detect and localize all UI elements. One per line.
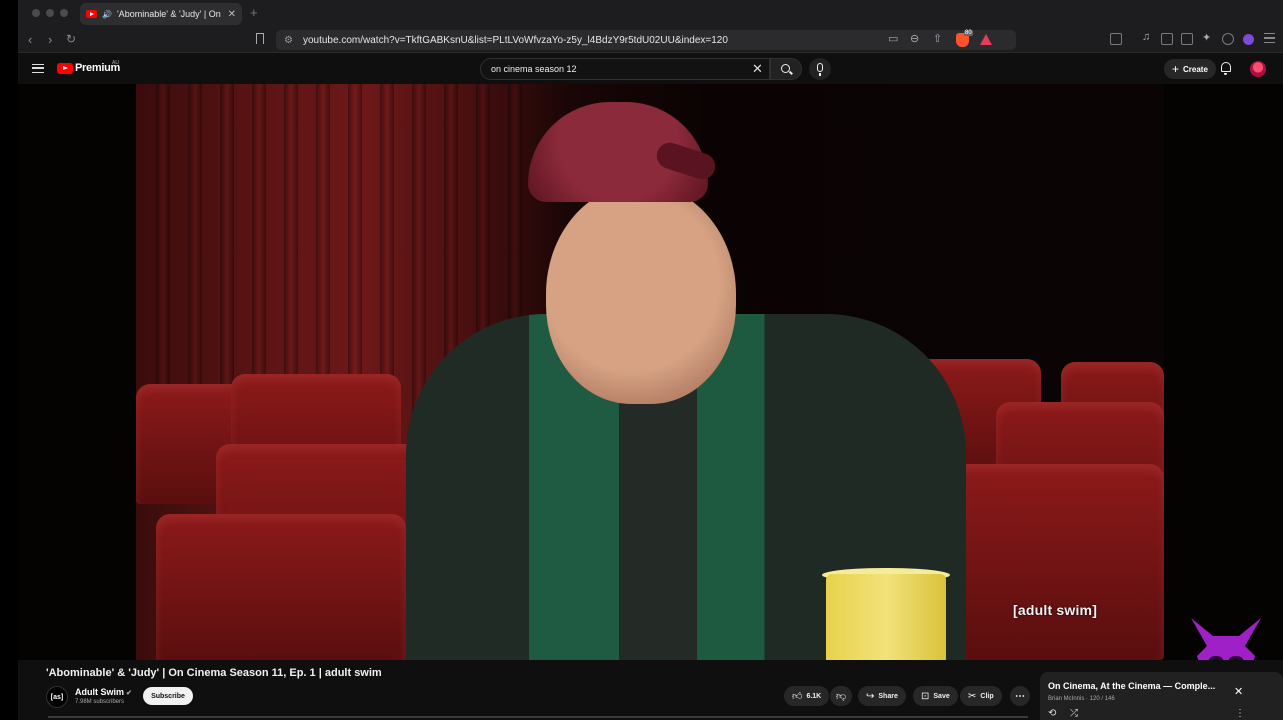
- screen-gutter: [0, 0, 18, 720]
- thumbs-down-icon: 👎︎: [836, 691, 847, 702]
- speaker-icon[interactable]: 🔊: [102, 10, 112, 19]
- youtube-favicon-icon: [86, 10, 97, 18]
- plus-icon: +: [1172, 62, 1180, 76]
- tab-close-button[interactable]: ✕: [228, 9, 236, 20]
- search-input[interactable]: on cinema season 12: [480, 58, 770, 80]
- thumbs-up-icon: 👍︎: [792, 691, 803, 702]
- url-text: youtube.com/watch?v=TkftGABKsnU&list=PLt…: [302, 34, 728, 46]
- clip-button[interactable]: ✂ Clip: [960, 686, 1002, 706]
- video-player[interactable]: [adult swim]: [18, 84, 1283, 660]
- reader-icon[interactable]: [1110, 33, 1122, 45]
- music-icon[interactable]: ♫: [1142, 31, 1150, 43]
- share-label: Share: [878, 692, 898, 700]
- subscriber-count: 7.98M subscribers: [75, 699, 125, 705]
- comments-divider: [48, 716, 1028, 718]
- notifications-bell-icon[interactable]: [1221, 62, 1231, 75]
- video-title: 'Abominable' & 'Judy' | On Cinema Season…: [46, 667, 382, 679]
- create-label: Create: [1183, 64, 1208, 74]
- zoom-icon[interactable]: ⊖: [910, 32, 919, 45]
- like-count: 6.1K: [806, 692, 822, 700]
- url-field[interactable]: ⚙ youtube.com/watch?v=TkftGABKsnU&list=P…: [276, 30, 1016, 50]
- zoom-window-button[interactable]: [60, 9, 68, 17]
- channel-avatar[interactable]: [as]: [46, 686, 68, 708]
- youtube-logo-icon[interactable]: [57, 63, 73, 74]
- voice-search-button[interactable]: [809, 58, 831, 80]
- dislike-button[interactable]: 👎︎: [830, 686, 853, 706]
- share-page-icon[interactable]: ⇧: [933, 32, 942, 45]
- save-button[interactable]: ⊡ Save: [913, 686, 958, 706]
- adult-swim-watermark: [adult swim]: [1013, 602, 1098, 618]
- close-window-button[interactable]: [32, 9, 40, 17]
- shield-count-badge: 80: [964, 30, 973, 36]
- loop-icon[interactable]: ⟲: [1048, 708, 1056, 719]
- clip-label: Clip: [980, 692, 994, 700]
- shuffle-icon[interactable]: ⤮: [1070, 708, 1078, 719]
- forward-icon[interactable]: ›: [48, 32, 52, 47]
- extensions-icon[interactable]: ✦: [1202, 31, 1211, 44]
- like-button[interactable]: 👍︎ 6.1K: [784, 686, 830, 706]
- new-tab-button[interactable]: +: [250, 5, 258, 20]
- create-button[interactable]: + Create: [1164, 59, 1216, 79]
- playlist-panel[interactable]: On Cinema, At the Cinema — Comple... Bri…: [1040, 672, 1283, 720]
- sidebar-icon[interactable]: [1161, 33, 1173, 45]
- search-icon: [781, 64, 790, 73]
- back-icon[interactable]: ‹: [28, 32, 32, 47]
- save-icon: ⊡: [921, 690, 930, 702]
- youtube-header: Premium AU on cinema season 12 ✕ + Creat…: [18, 54, 1283, 84]
- site-settings-icon[interactable]: ⚙: [284, 35, 293, 46]
- verified-icon: ✔: [126, 690, 132, 697]
- browser-menu-icon[interactable]: [1264, 33, 1275, 43]
- wallet-icon[interactable]: [1181, 33, 1193, 45]
- vpn-shield-icon[interactable]: [1222, 33, 1234, 45]
- account-avatar[interactable]: [1250, 61, 1266, 77]
- brave-rewards-icon[interactable]: [980, 34, 992, 45]
- search-query: on cinema season 12: [491, 64, 577, 74]
- tab-bar: 🔊 'Abominable' & 'Judy' | On ✕ +: [18, 0, 1283, 27]
- share-icon: ↪: [866, 690, 875, 702]
- channel-name[interactable]: Adult Swim ✔: [75, 687, 132, 697]
- save-label: Save: [933, 692, 950, 700]
- playlist-menu-button[interactable]: ⋮: [1235, 708, 1245, 719]
- guide-menu-icon[interactable]: [32, 64, 44, 73]
- cast-icon[interactable]: ▭: [888, 32, 898, 45]
- clear-search-button[interactable]: ✕: [752, 61, 763, 77]
- playlist-close-button[interactable]: ✕: [1234, 685, 1243, 698]
- scissors-icon: ✂: [968, 690, 977, 702]
- search-button[interactable]: [770, 58, 802, 80]
- subscribe-button[interactable]: Subscribe: [143, 687, 193, 705]
- browser-tab-active[interactable]: 🔊 'Abominable' & 'Judy' | On ✕: [80, 3, 242, 25]
- region-code: AU: [112, 60, 119, 66]
- leo-ai-icon[interactable]: [1243, 34, 1254, 45]
- playlist-title[interactable]: On Cinema, At the Cinema — Comple...: [1048, 681, 1215, 691]
- video-frame: [136, 84, 1164, 660]
- microphone-icon: [817, 63, 823, 76]
- reload-icon[interactable]: ↻: [66, 32, 76, 46]
- more-actions-button[interactable]: ⋯: [1010, 686, 1030, 706]
- browser-window: 🔊 'Abominable' & 'Judy' | On ✕ + ‹ › ↻ ⚙…: [18, 0, 1283, 720]
- tab-title: 'Abominable' & 'Judy' | On: [116, 9, 221, 19]
- bookmark-icon[interactable]: [256, 33, 264, 44]
- share-button[interactable]: ↪ Share: [858, 686, 906, 706]
- playlist-owner-progress: Brian McInnis · 120 / 146: [1048, 696, 1115, 702]
- minimize-window-button[interactable]: [46, 9, 54, 17]
- address-bar: ‹ › ↻ ⚙ youtube.com/watch?v=TkftGABKsnU&…: [18, 27, 1283, 53]
